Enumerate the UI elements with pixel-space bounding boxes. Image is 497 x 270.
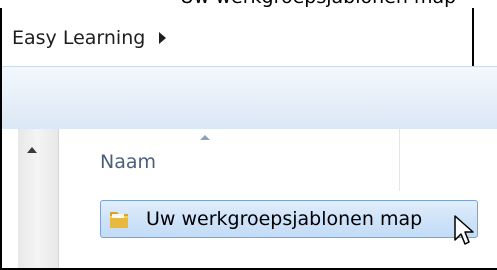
list-item-label: Uw werkgroepsjablonen map xyxy=(146,208,423,230)
file-list: Naam Uw werkgroepsjablonen map xyxy=(59,129,497,268)
breadcrumb-arrow-icon[interactable] xyxy=(159,32,167,44)
address-bar[interactable]: Easy Learning xyxy=(2,8,472,66)
explorer-window: Easy Learning Naam Uw werkgroepsjablonen… xyxy=(0,8,497,270)
sort-ascending-icon xyxy=(200,135,210,140)
toolbar xyxy=(2,66,497,130)
caption-strip: Uw werkgroepsjablonen map xyxy=(0,0,497,8)
caption-text: Uw werkgroepsjablonen map xyxy=(180,0,456,8)
breadcrumb-item-easy-learning[interactable]: Easy Learning xyxy=(12,27,145,49)
mouse-pointer-icon xyxy=(454,215,474,245)
navigation-scrollbar[interactable] xyxy=(18,129,59,268)
column-header-label: Naam xyxy=(100,151,157,173)
column-header-name[interactable]: Naam xyxy=(59,129,400,191)
folder-icon xyxy=(110,212,128,228)
file-pane: Naam Uw werkgroepsjablonen map xyxy=(2,129,497,268)
address-bar-divider xyxy=(472,8,474,66)
scroll-up-icon[interactable] xyxy=(27,147,37,153)
breadcrumb[interactable]: Easy Learning xyxy=(12,20,167,56)
list-item[interactable]: Uw werkgroepsjablonen map xyxy=(100,200,478,238)
